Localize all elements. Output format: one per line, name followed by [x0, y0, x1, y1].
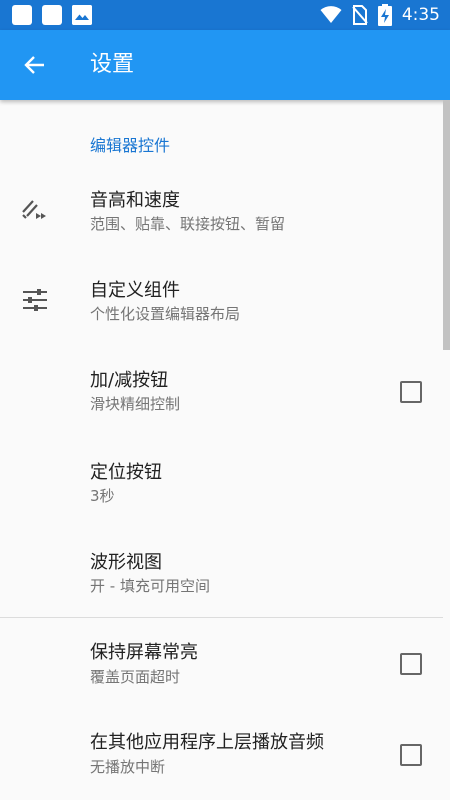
- scrollbar[interactable]: [443, 100, 450, 350]
- image-icon: [72, 5, 92, 25]
- setting-waveform-view[interactable]: 波形视图 开 - 填充可用空间: [0, 530, 443, 620]
- setting-custom-components[interactable]: 自定义组件 个性化设置编辑器布局: [0, 260, 443, 350]
- setting-title: 音高和速度: [90, 190, 180, 211]
- notification-square-icon: [12, 5, 32, 25]
- status-bar: 4:35: [0, 0, 450, 30]
- setting-plus-minus-buttons[interactable]: 加/减按钮 滑块精细控制: [0, 350, 443, 440]
- pitch-speed-icon: [22, 200, 46, 219]
- setting-title: 在其他应用程序上层播放音频: [90, 732, 324, 753]
- back-button[interactable]: [20, 50, 50, 80]
- setting-subtitle: 无播放中断: [90, 758, 166, 776]
- setting-title: 波形视图: [90, 552, 162, 573]
- setting-subtitle: 滑块精细控制: [90, 395, 181, 413]
- setting-title: 自定义组件: [90, 280, 180, 301]
- setting-title: 保持屏幕常亮: [90, 642, 198, 663]
- setting-title: 定位按钮: [90, 462, 162, 483]
- plus-minus-checkbox[interactable]: [400, 381, 422, 403]
- wifi-icon: [320, 6, 342, 23]
- setting-subtitle: 范围、贴靠、联接按钮、暂留: [90, 215, 286, 233]
- section-header: 编辑器控件: [90, 136, 171, 155]
- battery-charging-icon: [377, 4, 392, 26]
- setting-pitch-speed[interactable]: 音高和速度 范围、贴靠、联接按钮、暂留: [0, 170, 443, 260]
- setting-subtitle: 覆盖页面超时: [90, 668, 181, 686]
- page-title: 设置: [90, 52, 135, 77]
- status-time: 4:35: [401, 5, 440, 25]
- settings-list: 编辑器控件 音高和速度 范围、贴靠、联接按钮、暂留 自定义组件 个性化设置编辑器…: [0, 100, 450, 800]
- setting-keep-screen-on[interactable]: 保持屏幕常亮 覆盖页面超时: [0, 620, 443, 710]
- arrow-left-icon: [24, 56, 44, 74]
- section-divider: [0, 617, 443, 618]
- setting-subtitle: 个性化设置编辑器布局: [90, 305, 241, 323]
- play-over-apps-checkbox[interactable]: [400, 744, 422, 766]
- setting-subtitle: 开 - 填充可用空间: [90, 577, 210, 595]
- setting-subtitle: 3秒: [90, 487, 115, 505]
- setting-play-over-other-apps[interactable]: 在其他应用程序上层播放音频 无播放中断: [0, 710, 443, 800]
- keep-screen-on-checkbox[interactable]: [400, 653, 422, 675]
- sliders-icon: [23, 289, 47, 311]
- setting-title: 加/减按钮: [90, 370, 169, 391]
- notification-square-icon: [42, 5, 62, 25]
- setting-position-button[interactable]: 定位按钮 3秒: [0, 440, 443, 530]
- no-sim-icon: [352, 5, 368, 25]
- app-bar: 设置: [0, 30, 450, 100]
